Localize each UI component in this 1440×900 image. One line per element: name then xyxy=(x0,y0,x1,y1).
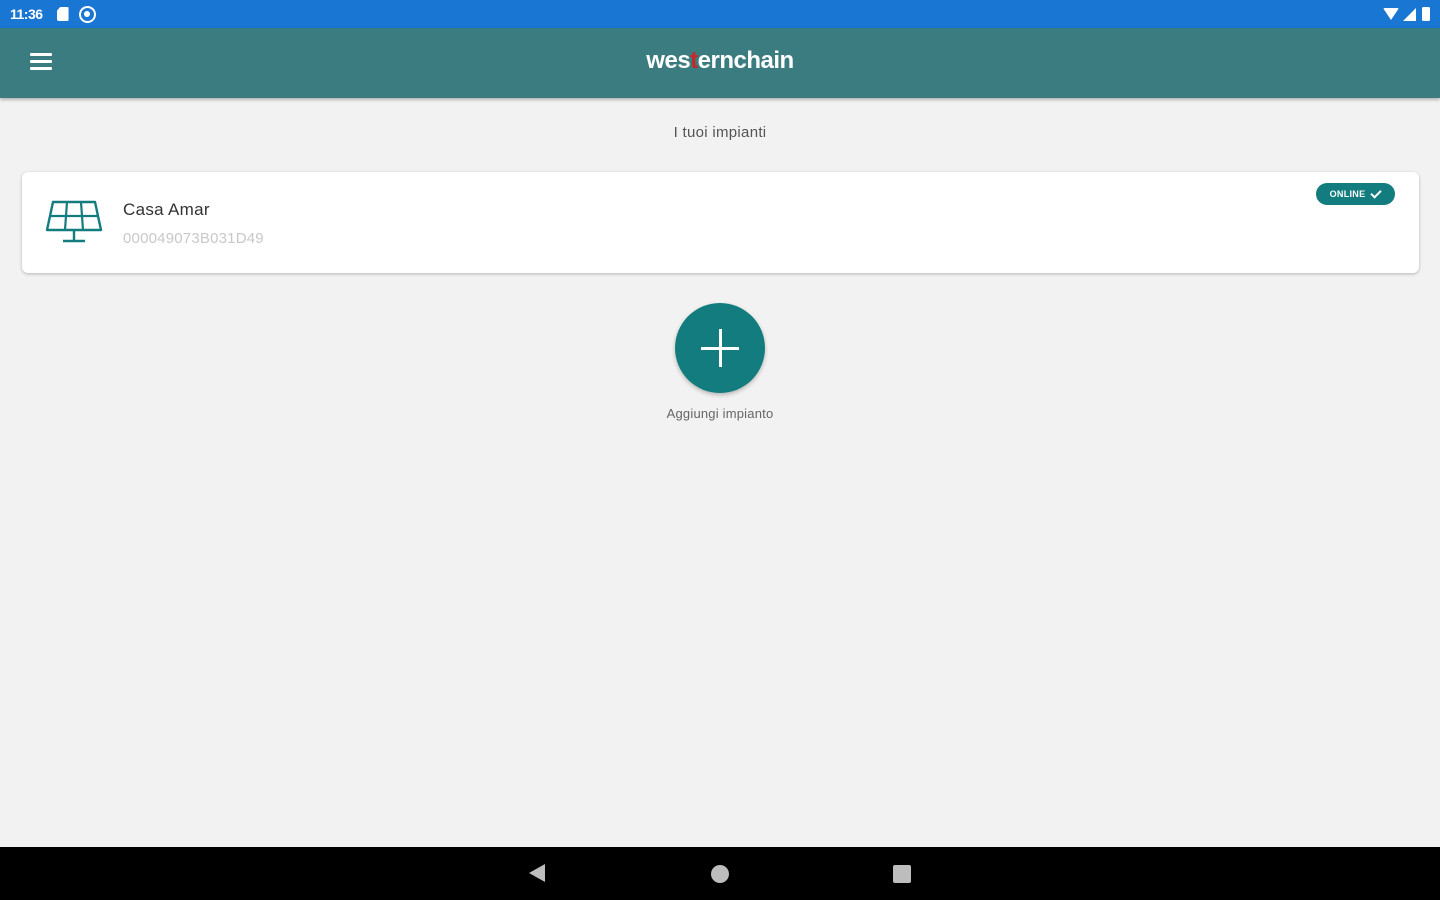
plant-card[interactable]: Casa Amar 000049073B031D49 ONLINE xyxy=(22,172,1419,273)
battery-icon xyxy=(1422,7,1430,21)
add-plant-label[interactable]: Aggiungi impianto xyxy=(0,406,1440,421)
plus-icon xyxy=(701,329,739,367)
brand-left: wes xyxy=(646,47,691,74)
signal-icon xyxy=(1403,7,1416,21)
status-badge: ONLINE xyxy=(1316,183,1395,205)
recents-icon[interactable] xyxy=(893,865,911,883)
back-icon[interactable] xyxy=(529,864,545,882)
system-nav-bar xyxy=(0,847,1440,900)
status-right-icons xyxy=(1383,7,1430,21)
status-bar: 11:36 xyxy=(0,0,1440,28)
app-bar: westernchain xyxy=(0,28,1440,98)
sd-card-icon xyxy=(56,7,69,21)
status-badge-label: ONLINE xyxy=(1329,189,1366,199)
plant-name: Casa Amar xyxy=(123,200,210,219)
status-time: 11:36 xyxy=(10,6,43,22)
brand-mark: t xyxy=(690,47,698,74)
sync-icon xyxy=(78,5,96,23)
brand-logo: westernchain xyxy=(0,47,1440,75)
status-left-icons xyxy=(56,5,96,23)
brand-right: ernchain xyxy=(697,47,795,74)
add-plant-button[interactable] xyxy=(675,303,765,393)
wifi-icon xyxy=(1383,8,1399,20)
home-icon[interactable] xyxy=(711,865,729,883)
plant-serial: 000049073B031D49 xyxy=(123,230,264,247)
solar-panel-icon xyxy=(45,200,103,243)
check-icon xyxy=(1370,186,1383,199)
section-title: I tuoi impianti xyxy=(673,124,767,141)
